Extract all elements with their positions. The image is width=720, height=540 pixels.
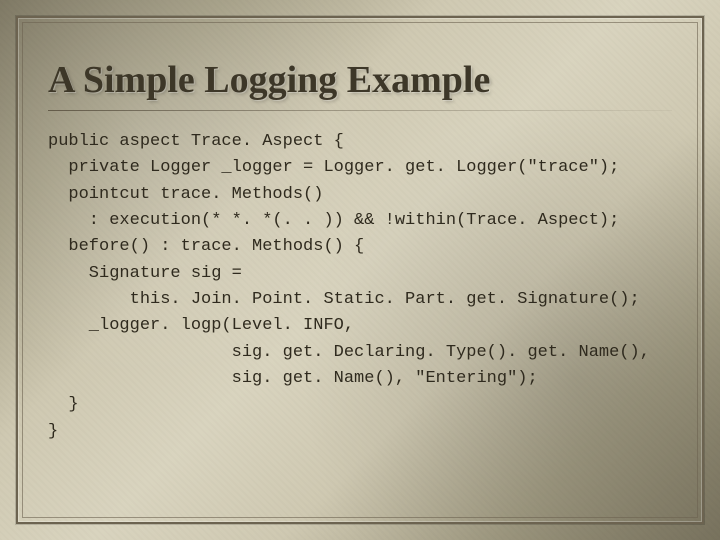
code-line: private Logger _logger = Logger. get. Lo… (48, 155, 672, 181)
code-line: : execution(* *. *(. . )) && !within(Tra… (48, 208, 672, 234)
code-line: public aspect Trace. Aspect { (48, 129, 672, 155)
code-line: _logger. logp(Level. INFO, (48, 313, 672, 339)
code-line: this. Join. Point. Static. Part. get. Si… (48, 287, 672, 313)
code-line: pointcut trace. Methods() (48, 182, 672, 208)
slide: A Simple Logging Example public aspect T… (0, 0, 720, 540)
code-block: public aspect Trace. Aspect { private Lo… (48, 129, 672, 445)
code-line: sig. get. Name(), "Entering"); (48, 366, 672, 392)
code-line: sig. get. Declaring. Type(). get. Name()… (48, 340, 672, 366)
code-line: } (48, 392, 672, 418)
slide-content: A Simple Logging Example public aspect T… (0, 0, 720, 540)
code-line: before() : trace. Methods() { (48, 234, 672, 260)
title-underline (48, 110, 672, 111)
slide-title: A Simple Logging Example (48, 58, 672, 102)
code-line: } (48, 419, 672, 445)
code-line: Signature sig = (48, 261, 672, 287)
